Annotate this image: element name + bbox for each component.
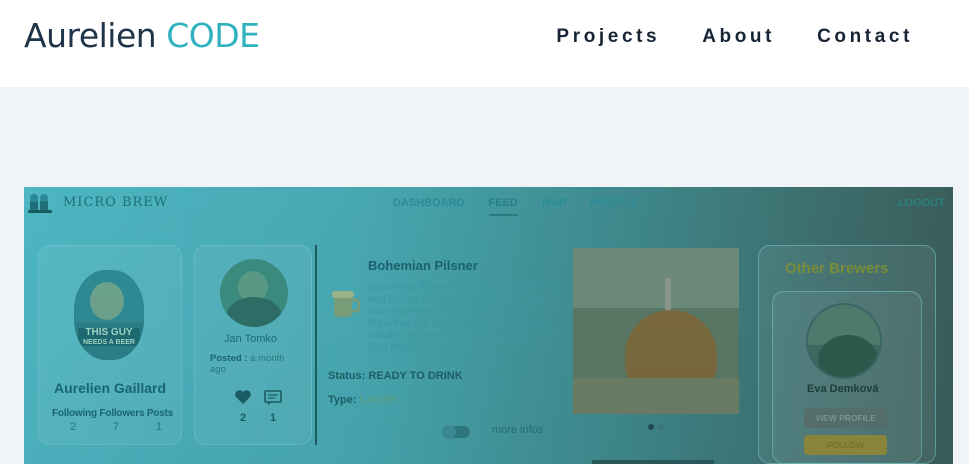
followers-count: 7 (112, 421, 120, 433)
app-navbar: MICRO BREW DASHBOARD FEED MAP PROFILE LO… (24, 187, 953, 219)
comment-icon[interactable] (264, 390, 282, 406)
beer-mugs-logo-icon (28, 194, 52, 213)
carousel-dot[interactable] (648, 424, 654, 430)
follow-button[interactable]: FOLLOW (804, 435, 887, 455)
carousel-dot[interactable] (658, 424, 664, 430)
brewer-name: Eva Demková (807, 383, 879, 395)
beer-description: Bohemian Pilsner is a light, easy-drinki… (368, 281, 561, 353)
vertical-divider (315, 245, 317, 445)
app-tab-map[interactable]: MAP (542, 197, 566, 216)
next-post-edge (592, 460, 714, 464)
nav-about[interactable]: About (702, 26, 775, 48)
nav-projects[interactable]: Projects (556, 26, 660, 48)
app-tab-dashboard[interactable]: DASHBOARD (393, 197, 465, 216)
carousel-dots (648, 424, 668, 430)
author-avatar[interactable] (220, 259, 288, 327)
view-profile-button[interactable]: VIEW PROFILE (804, 408, 887, 428)
project-preview-image[interactable]: MICRO BREW DASHBOARD FEED MAP PROFILE LO… (24, 187, 953, 464)
comments-count: 1 (270, 412, 277, 424)
logo-accent: CODE (166, 16, 260, 55)
app-tab-feed[interactable]: FEED (488, 197, 518, 216)
following-count: 2 (70, 421, 77, 433)
site-logo[interactable]: Aurelien CODE (24, 16, 260, 55)
profile-name: Aurelien Gaillard (54, 380, 167, 396)
posts-count: 1 (155, 421, 162, 433)
site-header: Aurelien CODE Projects About Contact (0, 0, 969, 87)
beer-title: Bohemian Pilsner (368, 258, 478, 273)
beer-photo[interactable] (573, 248, 739, 414)
beer-type: Type: LAGER (328, 394, 399, 406)
posted-time: Posted : a month ago (210, 353, 285, 375)
logout-link[interactable]: LOGOUT (898, 197, 945, 209)
heart-icon[interactable] (234, 389, 252, 405)
app-name: MICRO BREW (63, 195, 169, 210)
likes-count: 2 (240, 412, 247, 424)
main-nav: Projects About Contact (514, 26, 913, 48)
author-name[interactable]: Jan Tomko (224, 333, 277, 345)
profile-stats-values: 2 7 1 (70, 421, 162, 433)
more-infos-toggle[interactable] (442, 425, 470, 439)
brewer-avatar[interactable] (806, 303, 882, 379)
beer-mug-icon (332, 291, 360, 317)
profile-stats-labels: Following Followers Posts (52, 408, 174, 419)
other-brewers-title: Other Brewers (785, 260, 889, 277)
more-infos-label: more infos (492, 424, 544, 436)
app-nav: DASHBOARD FEED MAP PROFILE (393, 197, 662, 216)
nav-contact[interactable]: Contact (817, 26, 913, 48)
logo-main: Aurelien (24, 16, 157, 55)
app-tab-profile[interactable]: PROFILE (590, 197, 638, 216)
avatar-caption: THIS GUY NEEDS A BEER (83, 327, 135, 347)
beer-status: Status: READY TO DRINK (328, 370, 463, 382)
